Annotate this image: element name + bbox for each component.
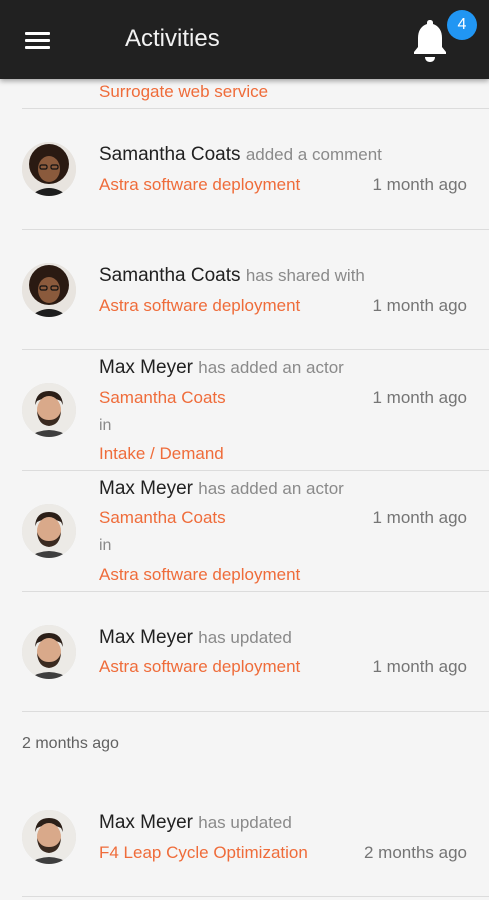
activity-link[interactable]: Samantha Coats [99, 388, 226, 408]
avatar[interactable] [22, 810, 76, 864]
bell-icon[interactable] [408, 16, 452, 64]
activity-action: has added an actor [198, 358, 344, 377]
activity-time: 1 month ago [372, 296, 467, 315]
activity-time: 1 month ago [372, 175, 467, 194]
in-label: in [99, 417, 112, 434]
activity-link[interactable]: Astra software deployment [99, 175, 300, 195]
user-name[interactable]: Max Meyer [99, 357, 193, 378]
divider [22, 108, 489, 109]
activity-item: Max Meyer has added an actor [99, 357, 344, 379]
in-label: in [99, 537, 112, 554]
activity-item: Max Meyer has added an actor [99, 478, 344, 500]
section-header: 2 months ago [22, 735, 119, 752]
activity-action: has added an actor [198, 479, 344, 498]
avatar[interactable] [22, 383, 76, 437]
activity-item: Samantha Coats has shared with [99, 265, 365, 287]
avatar[interactable] [22, 625, 76, 679]
avatar[interactable] [22, 504, 76, 558]
activity-link[interactable]: Astra software deployment [99, 296, 300, 316]
page-title: Activities [125, 25, 220, 52]
user-name[interactable]: Samantha Coats [99, 265, 241, 286]
divider [22, 896, 489, 897]
activity-time: 1 month ago [372, 508, 467, 527]
user-name[interactable]: Max Meyer [99, 627, 193, 648]
divider [22, 349, 489, 350]
divider [22, 591, 489, 592]
user-name[interactable]: Max Meyer [99, 478, 193, 499]
activity-time: 2 months ago [363, 843, 467, 862]
divider [22, 229, 489, 230]
activity-item: Max Meyer has updated [99, 812, 292, 834]
notification-badge[interactable]: 4 [447, 10, 477, 40]
activity-link[interactable]: Surrogate web service [99, 82, 268, 102]
activity-time: 1 month ago [372, 388, 467, 407]
activity-link-target[interactable]: Intake / Demand [99, 444, 224, 464]
activity-action: has updated [198, 628, 292, 647]
activity-item: Samantha Coats added a comment [99, 144, 382, 166]
activity-action: has shared with [245, 266, 365, 285]
app-bar: Activities 4 [0, 0, 489, 79]
activity-time: 1 month ago [372, 657, 467, 676]
divider [22, 470, 489, 471]
avatar[interactable] [22, 263, 76, 317]
user-name[interactable]: Samantha Coats [99, 144, 241, 165]
activity-item: Max Meyer has updated [99, 627, 292, 649]
activity-link[interactable]: Samantha Coats [99, 508, 226, 528]
user-name[interactable]: Max Meyer [99, 812, 193, 833]
activity-link[interactable]: F4 Leap Cycle Optimization [99, 843, 308, 863]
activity-action: added a comment [245, 145, 382, 164]
divider [22, 711, 489, 712]
activity-link-target[interactable]: Astra software deployment [99, 565, 300, 585]
menu-icon[interactable] [24, 30, 52, 52]
avatar[interactable] [22, 142, 76, 196]
activity-link[interactable]: Astra software deployment [99, 657, 300, 677]
activity-action: has updated [198, 813, 292, 832]
